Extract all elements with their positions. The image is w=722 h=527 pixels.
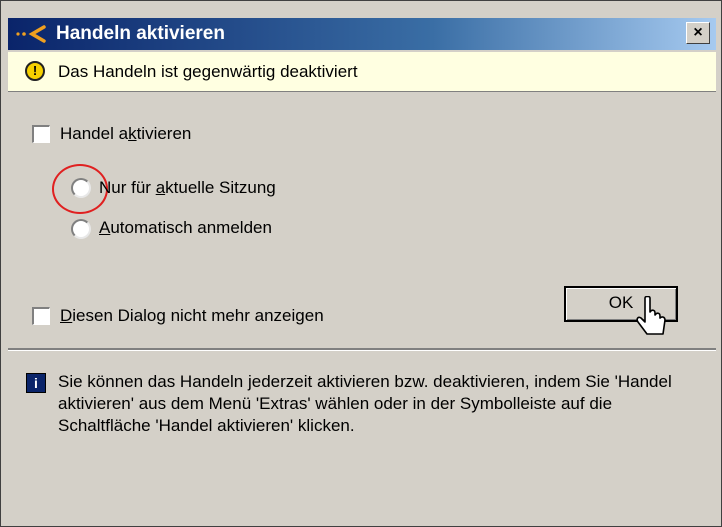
info-bar: ! Das Handeln ist gegenwärtig deaktivier… (8, 52, 716, 92)
warning-icon: ! (25, 61, 45, 81)
label-accesskey: k (128, 124, 137, 143)
title-bar[interactable]: Handeln aktivieren × (8, 18, 716, 50)
window-title: Handeln aktivieren (56, 23, 225, 44)
dont-show-again-checkbox[interactable] (32, 307, 50, 325)
dont-show-again-label[interactable]: Diesen Dialog nicht mehr anzeigen (60, 305, 324, 327)
info-bar-text: Das Handeln ist gegenwärtig deaktiviert (58, 62, 358, 81)
label-accesskey: a (155, 178, 166, 197)
label-part: utomatisch anmelden (110, 218, 272, 237)
label-part: ktuelle Sitzung (165, 178, 276, 197)
close-icon: × (693, 24, 703, 41)
label-accesskey: A (99, 218, 111, 237)
dialog-content: Handel aktivieren Nur für aktuelle Sitzu… (8, 93, 716, 348)
dialog-window: Handeln aktivieren × ! Das Handeln ist g… (0, 0, 722, 527)
activate-trading-checkbox[interactable] (32, 125, 50, 143)
label-part: tivieren (136, 124, 192, 143)
radio-current-session-label[interactable]: Nur für aktuelle Sitzung (99, 177, 276, 199)
close-button[interactable]: × (686, 22, 710, 44)
ok-button-label: OK (608, 293, 634, 312)
mouse-cursor-icon (636, 296, 666, 335)
label-part: iesen Dialog nicht mehr anzeigen (72, 306, 324, 325)
radio-current-session[interactable] (71, 178, 91, 198)
help-footer: i Sie können das Handeln jederzeit aktiv… (8, 351, 716, 521)
label-accesskey: D (60, 306, 73, 325)
radio-auto-login[interactable] (71, 219, 91, 239)
help-text: Sie können das Handeln jederzeit aktivie… (58, 372, 672, 435)
app-icon (16, 25, 46, 43)
radio-auto-login-label[interactable]: Automatisch anmelden (99, 217, 272, 239)
info-icon: i (26, 373, 46, 393)
label-part: Nur für (99, 178, 156, 197)
activate-trading-label[interactable]: Handel aktivieren (60, 123, 191, 145)
label-part: Handel a (60, 124, 129, 143)
